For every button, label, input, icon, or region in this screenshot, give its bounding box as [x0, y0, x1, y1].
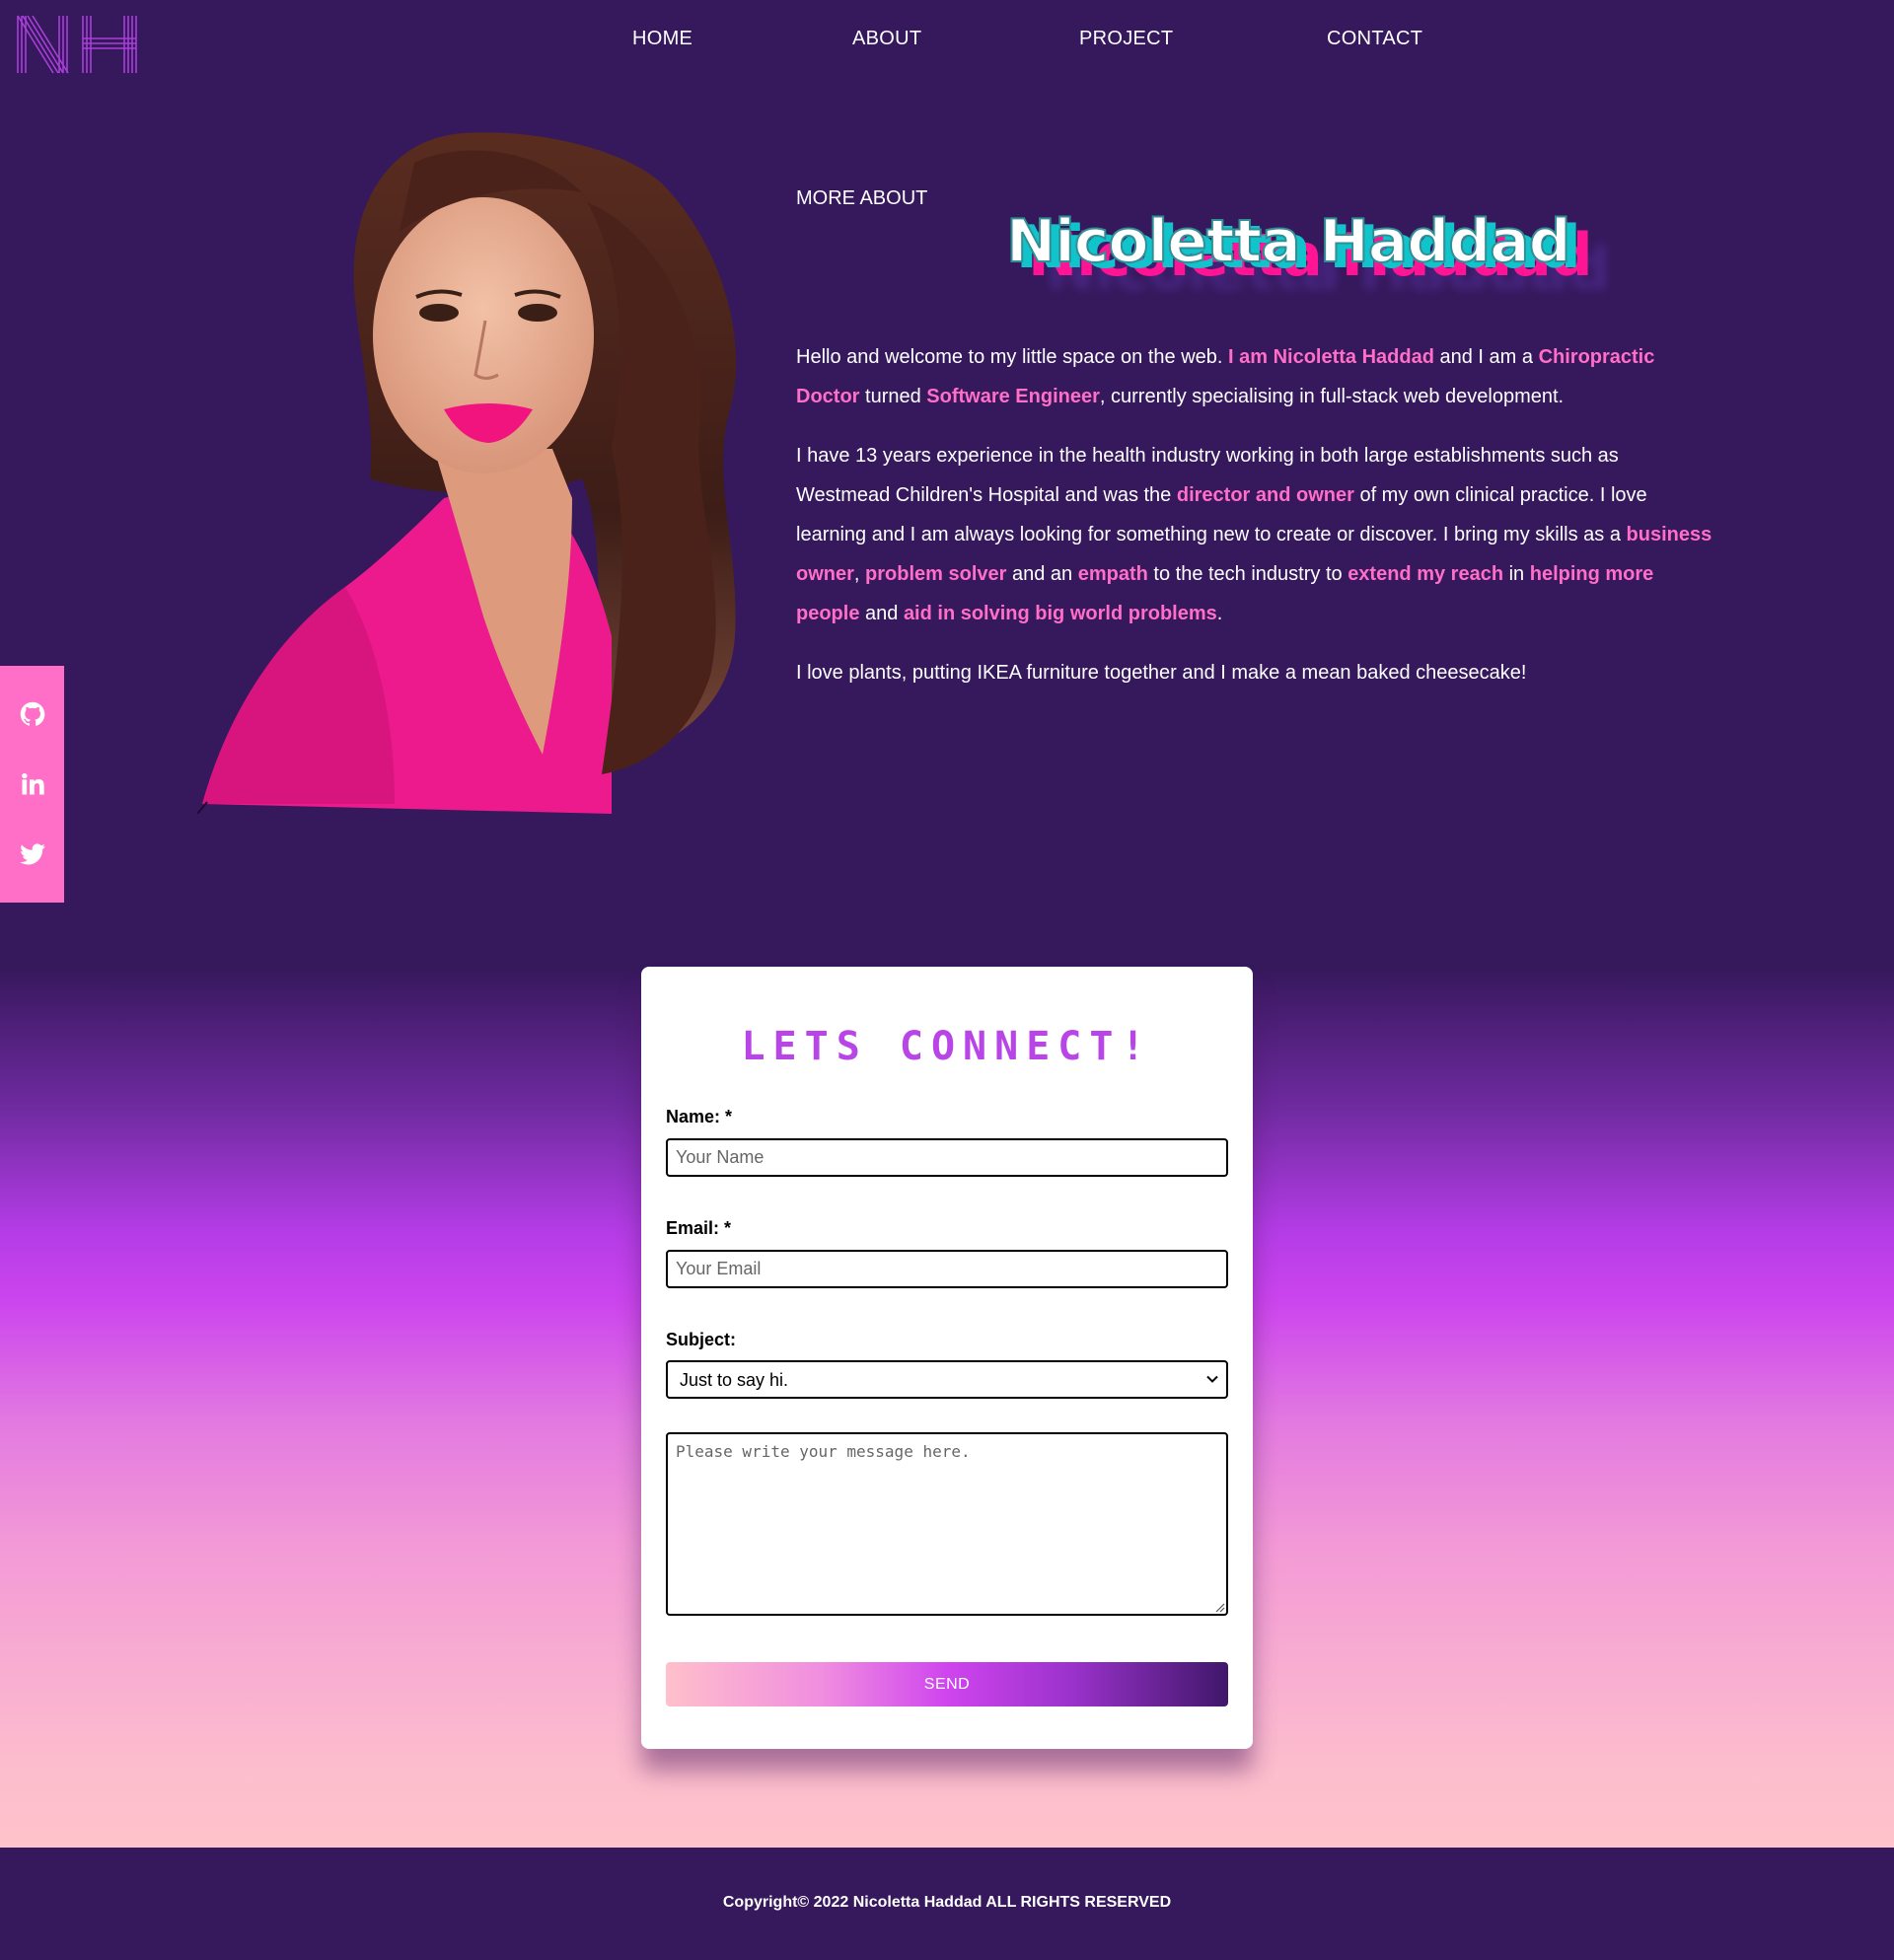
contact-form: LETS CONNECT! Name: * Email: * Subject: …	[641, 967, 1253, 1749]
contact-title: LETS CONNECT!	[741, 1024, 1153, 1069]
profile-photo	[197, 132, 737, 814]
email-input[interactable]	[666, 1250, 1228, 1288]
bio-paragraph-1: Hello and welcome to my little space on …	[796, 346, 1655, 407]
bio-paragraph-2: I have 13 years experience in the health…	[796, 445, 1712, 624]
about-section: MORE ABOUT Nicoletta Haddad Nicoletta Ha…	[0, 99, 1894, 967]
message-textarea[interactable]	[666, 1432, 1228, 1616]
resize-grip-icon[interactable]	[1213, 1601, 1225, 1613]
subject-label: Subject:	[666, 1330, 737, 1349]
email-label: Email: *	[666, 1218, 732, 1238]
footer: Copyright© 2022 Nicoletta Haddad ALL RIG…	[0, 1848, 1894, 1960]
bio-paragraph-3: I love plants, putting IKEA furniture to…	[796, 662, 1527, 684]
github-link[interactable]	[19, 700, 46, 728]
contact-section: LETS CONNECT! Name: * Email: * Subject: …	[0, 967, 1894, 1848]
send-button[interactable]: SEND	[666, 1662, 1228, 1706]
bio-text: Hello and welcome to my little space on …	[796, 337, 1713, 712]
subject-select[interactable]: Just to say hi.	[666, 1360, 1228, 1399]
chevron-down-icon	[1206, 1375, 1218, 1383]
name-heading: Nicoletta Haddad Nicoletta Haddad Nicole…	[1005, 206, 1611, 326]
linkedin-link[interactable]	[19, 770, 46, 798]
nav-links: HOME ABOUT PROJECT CONTACT	[0, 28, 1894, 57]
copyright-text: Copyright© 2022 Nicoletta Haddad ALL RIG…	[722, 1894, 1172, 1911]
twitter-link[interactable]	[19, 840, 46, 868]
top-nav: HOME ABOUT PROJECT CONTACT	[0, 0, 1894, 99]
name-title: Nicoletta Haddad	[1005, 206, 1572, 277]
nav-contact[interactable]: CONTACT	[1327, 28, 1422, 50]
section-kicker: MORE ABOUT	[796, 187, 928, 209]
twitter-icon	[19, 843, 45, 865]
github-icon	[20, 702, 44, 727]
social-sidebar	[0, 666, 64, 903]
nav-about[interactable]: ABOUT	[852, 28, 921, 50]
name-label: Name: *	[666, 1107, 733, 1126]
nav-home[interactable]: HOME	[632, 28, 692, 50]
linkedin-icon	[21, 772, 44, 795]
nav-project[interactable]: PROJECT	[1079, 28, 1173, 50]
name-input[interactable]	[666, 1138, 1228, 1177]
